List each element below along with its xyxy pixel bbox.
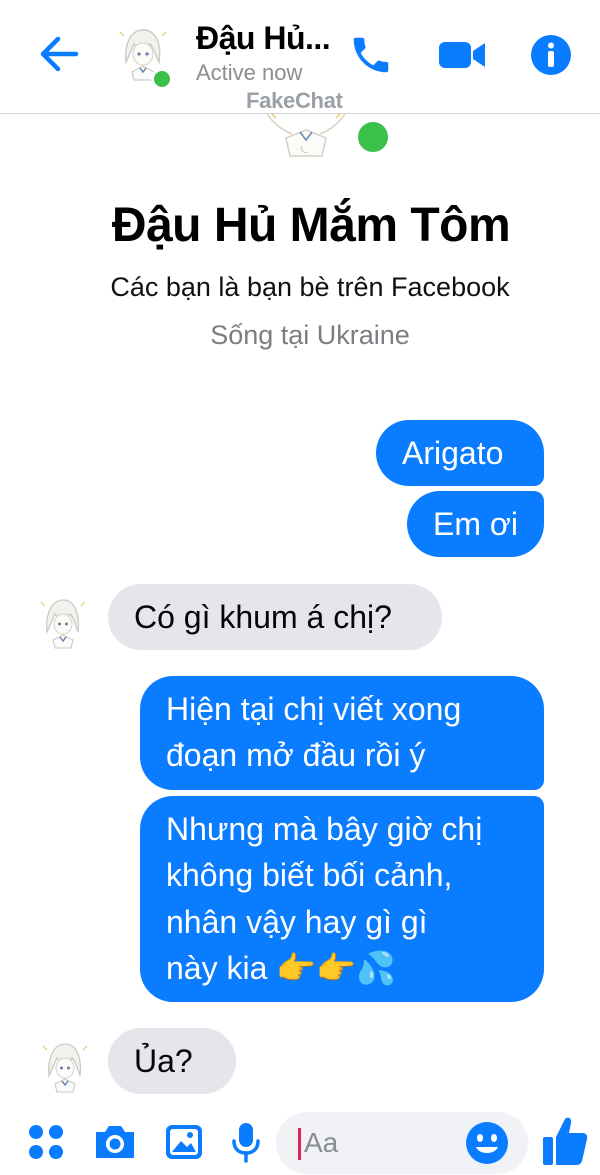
pointing-right-emoji: 👉	[316, 949, 356, 988]
message-text: Nhưng mà bây giờ chị không biết bối cảnh…	[166, 811, 483, 988]
active-status: Active now	[196, 60, 303, 85]
sent-message[interactable]: Hiện tại chị viết xong đoạn mở đầu rồi ý	[140, 676, 544, 790]
conversation-header: Đậu Hủ... Active now FakeChat	[0, 0, 600, 114]
info-button[interactable]	[526, 30, 576, 80]
voice-call-button[interactable]	[344, 30, 398, 80]
sender-avatar[interactable]	[38, 594, 88, 650]
sender-avatar[interactable]	[40, 1038, 90, 1094]
online-status-dot	[151, 68, 173, 90]
profile-location: Sống tại Ukraine	[210, 320, 410, 350]
message-text: Hiện tại chị viết xong đoạn mở đầu rồi ý	[166, 691, 462, 774]
voice-record-button[interactable]	[228, 1118, 264, 1166]
message-input-wrapper[interactable]	[276, 1112, 528, 1174]
like-button[interactable]	[540, 1112, 590, 1170]
info-icon	[531, 35, 571, 75]
received-message[interactable]: Có gì khum á chị?	[108, 584, 442, 650]
message-text: Arigato	[402, 434, 504, 471]
contact-name[interactable]: Đậu Hủ...	[196, 20, 331, 57]
gallery-icon	[166, 1125, 202, 1159]
video-call-button[interactable]	[432, 30, 492, 80]
app-watermark: FakeChat	[246, 88, 343, 113]
back-button[interactable]	[34, 30, 84, 78]
profile-online-dot	[354, 118, 392, 156]
emoji-icon[interactable]	[464, 1120, 510, 1166]
profile-avatar[interactable]	[256, 108, 356, 158]
phone-icon	[353, 37, 389, 73]
text-cursor	[298, 1128, 301, 1160]
pointing-right-emoji: 👉	[276, 949, 317, 988]
received-message[interactable]: Ủa?	[108, 1028, 236, 1094]
microphone-icon	[232, 1123, 260, 1163]
message-text: Có gì khum á chị?	[134, 598, 392, 635]
message-composer	[0, 1104, 600, 1175]
camera-icon	[96, 1126, 134, 1158]
apps-button[interactable]	[24, 1118, 68, 1166]
gallery-button[interactable]	[162, 1118, 206, 1166]
message-text: Ủa?	[134, 1042, 193, 1079]
camera-button[interactable]	[92, 1118, 138, 1166]
message-text: Em ơi	[433, 505, 518, 542]
back-arrow-icon	[40, 36, 79, 72]
sent-message[interactable]: Arigato	[376, 420, 544, 486]
profile-name: Đậu Hủ Mắm Tôm	[111, 199, 511, 252]
sent-message[interactable]: Em ơi	[407, 491, 544, 557]
sweat-droplets-emoji: 💦	[355, 949, 396, 988]
friendship-status: Các bạn là bạn bè trên Facebook	[110, 272, 510, 302]
video-camera-icon	[439, 42, 485, 68]
apps-grid-icon	[29, 1125, 63, 1159]
message-input[interactable]	[304, 1124, 454, 1162]
thumbs-up-icon	[543, 1117, 588, 1165]
sent-message[interactable]: Nhưng mà bây giờ chị không biết bối cảnh…	[140, 796, 544, 1002]
